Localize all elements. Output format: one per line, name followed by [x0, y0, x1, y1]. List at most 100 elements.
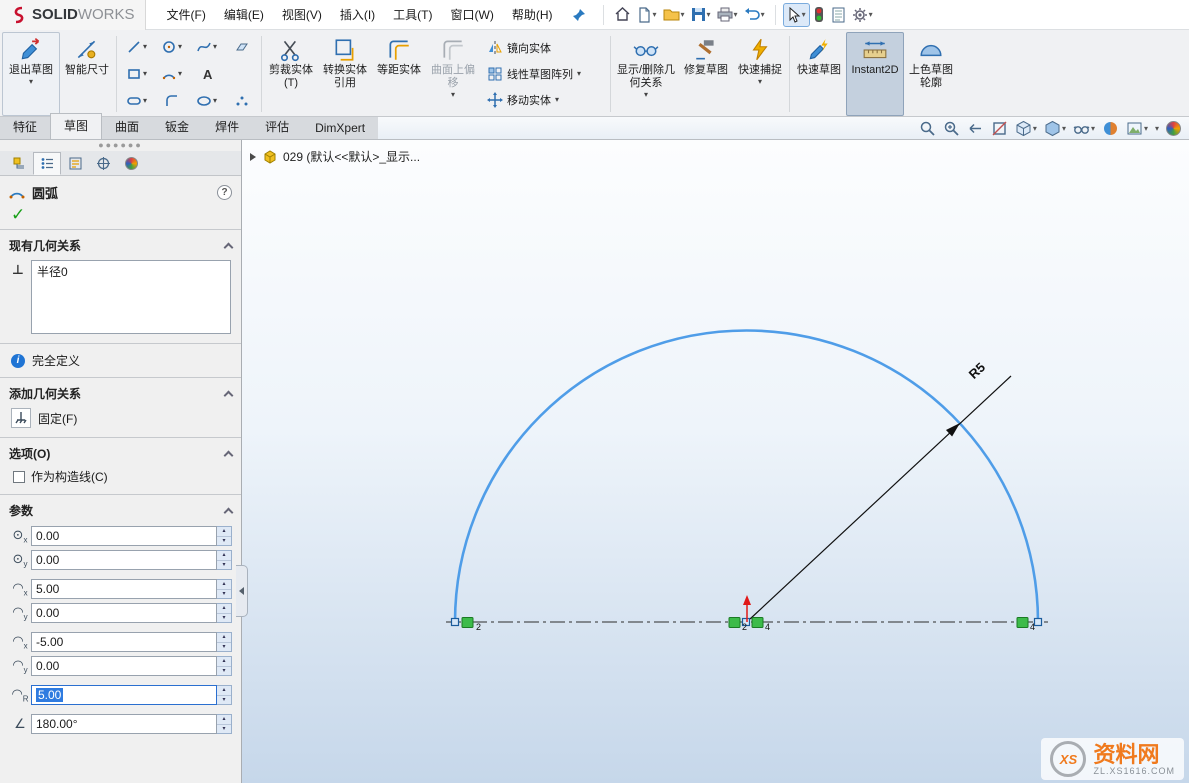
radius-dimension-text[interactable]: R5 — [966, 360, 988, 382]
center-y-spinner[interactable]: ▴▾ — [217, 550, 232, 570]
display-relations-dropdown[interactable]: ▾ — [644, 91, 648, 99]
mirror-entities-button[interactable]: 镜向实体 — [484, 36, 604, 61]
existing-relations-list[interactable]: 半径0 — [31, 260, 231, 334]
shaded-sketch-contours-button[interactable]: 上色草图轮廓 — [904, 32, 958, 116]
previous-view-icon[interactable] — [967, 120, 984, 137]
zoom-to-fit-icon[interactable] — [919, 120, 936, 137]
print-icon[interactable]: ▾ — [714, 3, 741, 27]
start-x-input[interactable]: 5.00 — [31, 579, 217, 599]
performance-lights-icon[interactable] — [810, 3, 828, 27]
arc-endpoint-left[interactable] — [452, 619, 459, 626]
task-pane-icon[interactable] — [828, 3, 849, 27]
tab-sheet-metal[interactable]: 钣金 — [152, 115, 202, 139]
display-delete-relations-button[interactable]: 显示/删除几何关系 ▾ — [613, 32, 679, 116]
tab-evaluate[interactable]: 评估 — [252, 115, 302, 139]
menu-window[interactable]: 窗口(W) — [442, 2, 503, 27]
offset-entities-button[interactable]: 等距实体 — [372, 32, 426, 116]
add-relations-header[interactable]: 添加几何关系 — [0, 378, 241, 406]
center-x-spinner[interactable]: ▴▾ — [217, 526, 232, 546]
center-y-input[interactable]: 0.00 — [31, 550, 217, 570]
end-x-input[interactable]: -5.00 — [31, 632, 217, 652]
quick-snaps-button[interactable]: 快速捕捉 ▾ — [733, 32, 787, 116]
display-style-icon[interactable]: ▾ — [1044, 120, 1066, 137]
instant2d-button[interactable]: Instant2D — [846, 32, 904, 116]
configurationmanager-tab[interactable] — [61, 152, 89, 175]
menu-view[interactable]: 视图(V) — [273, 2, 331, 27]
move-entities-button[interactable]: 移动实体 ▾ — [484, 88, 604, 113]
undo-icon[interactable]: ▾ — [741, 3, 768, 27]
linear-pattern-dropdown[interactable]: ▾ — [577, 70, 581, 78]
sketch-fillet-tool-button[interactable] — [154, 88, 189, 115]
parameters-header[interactable]: 参数 — [0, 495, 241, 523]
panel-splitter-handle[interactable]: ●●●●●● — [0, 140, 241, 151]
convert-entities-button[interactable]: 转换实体引用 — [318, 32, 372, 116]
construction-checkbox[interactable] — [13, 471, 25, 483]
end-y-spinner[interactable]: ▴▾ — [217, 656, 232, 676]
quick-snaps-dropdown[interactable]: ▾ — [758, 78, 762, 86]
pin-menubar-icon[interactable] — [572, 8, 586, 22]
surface-offset-button[interactable]: 曲面上偏移 ▾ — [426, 32, 480, 116]
relation-badge-icon[interactable] — [729, 618, 740, 628]
tab-features[interactable]: 特征 — [0, 115, 50, 139]
move-entities-dropdown[interactable]: ▾ — [555, 96, 559, 104]
displaymanager-tab[interactable] — [117, 152, 145, 175]
angle-input[interactable]: 180.00° — [31, 714, 217, 734]
apply-scene-icon[interactable]: ▾ — [1126, 120, 1148, 137]
start-x-spinner[interactable]: ▴▾ — [217, 579, 232, 599]
menu-tools[interactable]: 工具(T) — [384, 2, 441, 27]
open-folder-icon[interactable]: ▾ — [660, 3, 688, 27]
exit-sketch-dropdown[interactable]: ▾ — [29, 78, 33, 86]
angle-spinner[interactable]: ▴▾ — [217, 714, 232, 734]
radius-dimension-leader[interactable] — [750, 376, 1011, 619]
arc-entity[interactable] — [455, 331, 1038, 623]
end-x-spinner[interactable]: ▴▾ — [217, 632, 232, 652]
text-tool-button[interactable]: A — [189, 61, 224, 88]
exit-sketch-button[interactable]: 退出草图 ▾ — [2, 32, 60, 116]
options-header[interactable]: 选项(O) — [0, 438, 241, 466]
view-orientation-icon[interactable]: ▾ — [1015, 120, 1037, 137]
tab-weldments[interactable]: 焊件 — [202, 115, 252, 139]
tab-surfaces[interactable]: 曲面 — [102, 115, 152, 139]
slot-tool-button[interactable]: ▾ — [119, 88, 154, 115]
dimxpertmanager-tab[interactable] — [89, 152, 117, 175]
propertymanager-tab[interactable] — [33, 152, 61, 175]
ok-button[interactable]: ✓ — [11, 205, 25, 224]
panel-collapse-handle[interactable] — [236, 565, 248, 617]
view-settings-dropdown-icon[interactable]: ▾ — [1155, 124, 1159, 133]
menu-edit[interactable]: 编辑(E) — [215, 2, 273, 27]
featuremanager-tab[interactable] — [5, 152, 33, 175]
options-gear-icon[interactable]: ▾ — [849, 3, 876, 27]
point-tool-button[interactable] — [224, 88, 259, 115]
hide-show-items-icon[interactable]: ▾ — [1073, 120, 1095, 137]
tree-expand-icon[interactable] — [250, 153, 256, 161]
fix-relation-button[interactable]: 固定(F) — [38, 410, 77, 427]
resources-sphere-icon[interactable] — [1166, 121, 1181, 136]
rectangle-tool-button[interactable]: ▾ — [119, 61, 154, 88]
edit-appearance-icon[interactable] — [1102, 120, 1119, 137]
arc-endpoint-right[interactable] — [1035, 619, 1042, 626]
relation-badge-icon[interactable] — [462, 618, 473, 628]
spline-tool-button[interactable]: ▾ — [189, 34, 224, 61]
relation-badge-icon[interactable] — [752, 618, 763, 628]
plane-tool-button[interactable] — [224, 34, 259, 61]
start-y-spinner[interactable]: ▴▾ — [217, 603, 232, 623]
save-icon[interactable]: ▾ — [688, 3, 714, 27]
rapid-sketch-button[interactable]: 快速草图 — [792, 32, 846, 116]
new-document-icon[interactable]: ▾ — [634, 3, 660, 27]
arc-tool-button[interactable]: ▾ — [154, 61, 189, 88]
menu-file[interactable]: 文件(F) — [158, 2, 215, 27]
part-title[interactable]: 029 (默认<<默认>_显示... — [283, 148, 420, 165]
select-cursor-icon[interactable]: ▾ — [783, 3, 810, 27]
trim-entities-button[interactable]: 剪裁实体(T) — [264, 32, 318, 116]
ellipse-tool-button[interactable]: ▾ — [189, 88, 224, 115]
help-icon[interactable]: ? — [217, 185, 232, 200]
relation-badge-icon[interactable] — [1017, 618, 1028, 628]
menu-help[interactable]: 帮助(H) — [503, 2, 562, 27]
line-tool-button[interactable]: ▾ — [119, 34, 154, 61]
repair-sketch-button[interactable]: 修复草图 — [679, 32, 733, 116]
menu-insert[interactable]: 插入(I) — [331, 2, 384, 27]
tab-dimxpert[interactable]: DimXpert — [302, 118, 378, 139]
surface-offset-dropdown[interactable]: ▾ — [451, 91, 455, 99]
relation-item[interactable]: 半径0 — [37, 263, 225, 280]
start-y-input[interactable]: 0.00 — [31, 603, 217, 623]
